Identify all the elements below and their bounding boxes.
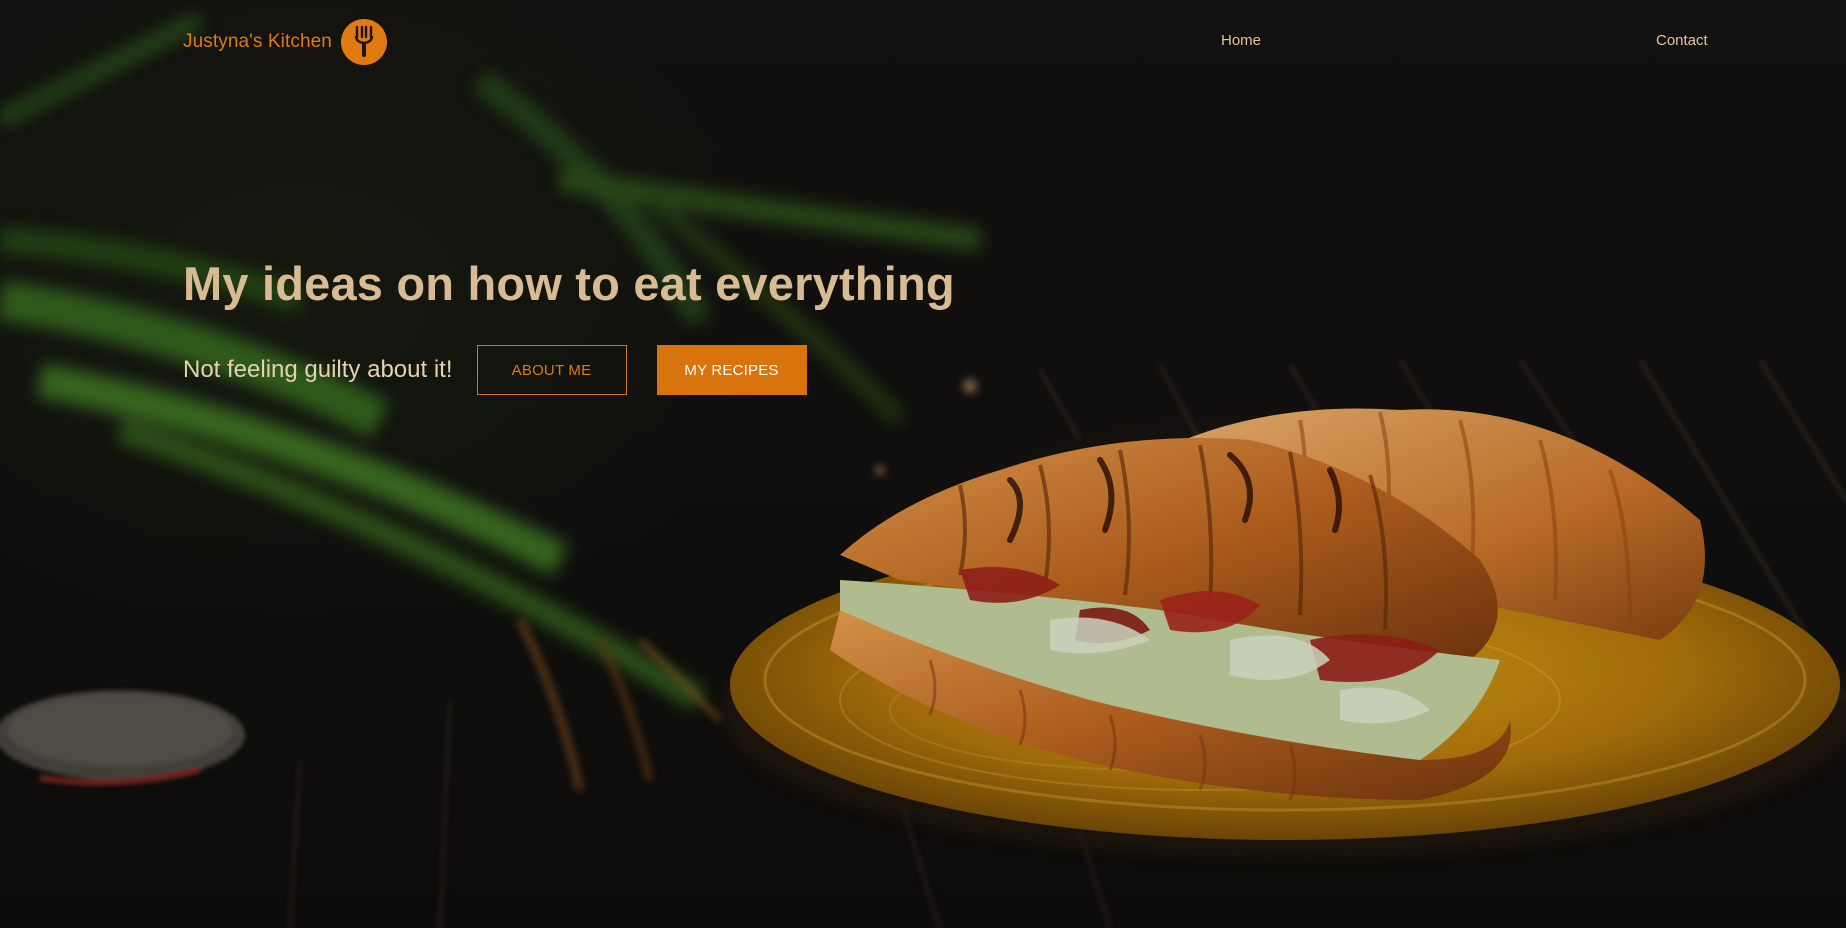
about-me-button[interactable]: ABOUT ME: [476, 345, 627, 395]
top-navigation: Justyna's Kitchen Home Contact: [0, 0, 1846, 84]
brand-name: Justyna's Kitchen: [183, 31, 332, 52]
fork-icon: [340, 19, 387, 65]
hero-background-image: [0, 0, 1846, 928]
hero-headline: My ideas on how to eat everything: [183, 257, 955, 310]
hero-section: Justyna's Kitchen Home Contact My ideas …: [0, 0, 1846, 928]
hero-subtitle: Not feeling guilty about it!: [183, 356, 453, 383]
brand-logo-link[interactable]: Justyna's Kitchen: [183, 19, 387, 65]
nav-home-link[interactable]: Home: [1221, 32, 1261, 49]
nav-contact-link[interactable]: Contact: [1656, 32, 1708, 49]
my-recipes-button[interactable]: MY RECIPES: [656, 345, 807, 395]
hero-subtitle-row: Not feeling guilty about it! ABOUT ME MY…: [183, 345, 807, 395]
